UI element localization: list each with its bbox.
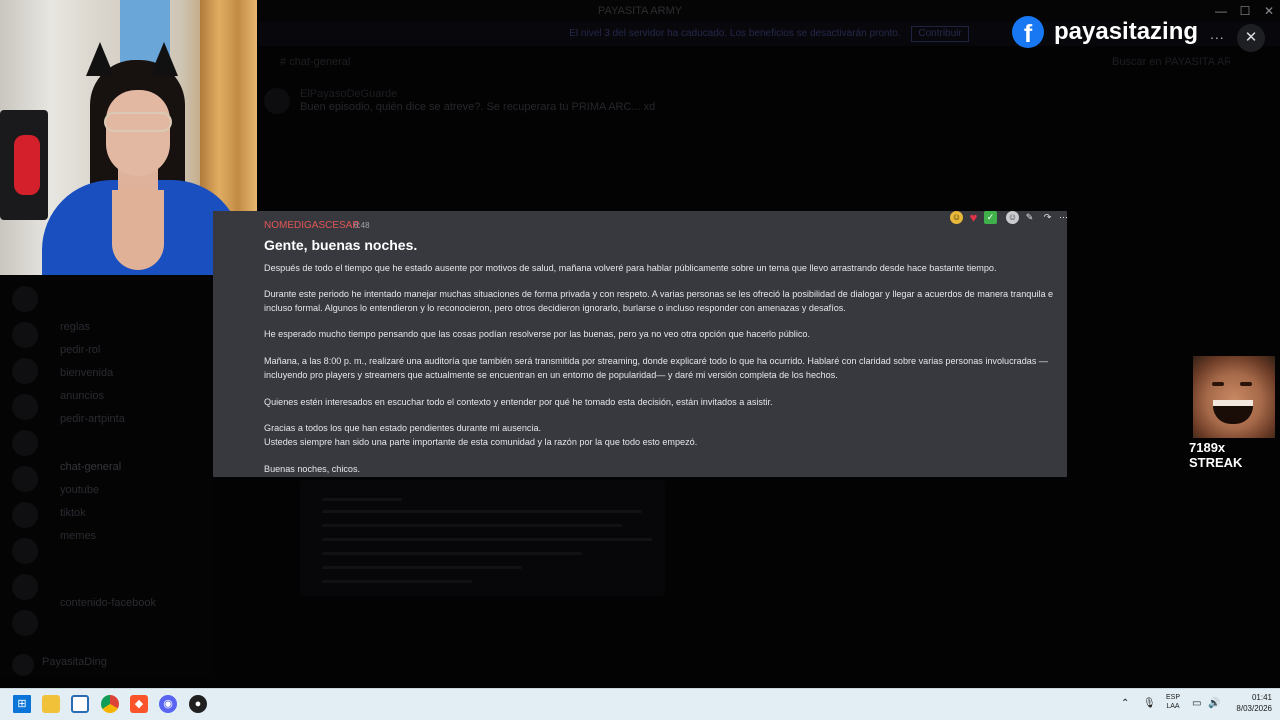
sidebar-item[interactable]: tiktok [60,507,86,519]
text-line [322,580,472,583]
laugh-emoji-icon[interactable]: ☺ [950,211,963,224]
message-paragraph: Gracias a todos los que han estado pendi… [264,423,542,433]
text-line [322,552,582,555]
volume-icon[interactable]: 🔊 [1208,698,1220,709]
system-clock[interactable]: 01:41 8/03/2026 [1228,692,1272,714]
close-overlay-button[interactable]: ✕ [1237,24,1265,52]
avatar[interactable] [12,654,34,676]
windows-start-icon[interactable]: ⊞ [13,695,31,713]
facebook-icon: f [1012,16,1044,48]
avatar [264,88,290,114]
more-icon[interactable]: ⋯ [1057,211,1067,224]
message-card: NOMEDIGASCESAR 0:48 ☺ ♥ ✓ ☺ ✎ ↷ ⋯ Gente,… [213,211,1067,477]
message-paragraph: Después de todo el tiempo que he estado … [264,263,997,273]
sidebar-item[interactable]: anuncios [60,390,104,402]
message-paragraph: Quienes estén interesados en escuchar to… [264,397,773,407]
language-code: ESP [1165,694,1180,701]
network-icon[interactable]: ▭ [1192,698,1201,709]
microphone-light [14,135,40,195]
server-icon[interactable] [12,394,38,420]
keyboard-layout: LAA [1166,703,1180,710]
sidebar-item[interactable]: pedir-artpinta [60,413,125,425]
server-icon[interactable] [12,610,38,636]
text-line [322,524,622,527]
language-indicator[interactable]: ESP LAA [1164,693,1182,711]
add-reaction-icon[interactable]: ☺ [1006,211,1019,224]
streak-meme-eye [1212,382,1224,386]
sidebar-item[interactable]: bienvenida [60,367,113,379]
server-icon[interactable] [12,322,38,348]
check-emoji-icon[interactable]: ✓ [984,211,997,224]
screen: PAYASITA ARMY — ☐ ✕ El nivel 3 del servi… [0,0,1280,720]
sidebar-item[interactable]: pedir-rol [60,344,100,356]
notice-button[interactable]: Contribuir [911,26,969,42]
heart-emoji-icon[interactable]: ♥ [967,211,980,224]
message-paragraph: Ustedes siempre han sido una parte impor… [264,437,698,447]
streak-meme-eye [1240,382,1252,386]
message-paragraph: He esperado mucho tiempo pensando que la… [264,329,810,339]
message-heading: Gente, buenas noches. [264,237,418,253]
streak-label: 7189x STREAK [1189,440,1243,470]
channel-name: chat-general [289,56,351,68]
cat-ear-right [150,42,178,76]
brave-icon[interactable]: ◆ [130,695,148,713]
maximize-button[interactable]: ☐ [1232,0,1258,22]
message-author[interactable]: NOMEDIGASCESAR [264,220,360,231]
sidebar-item[interactable]: contenido-facebook [60,597,156,609]
user-name: PayasitaDing [42,656,107,668]
server-icon[interactable] [12,466,38,492]
notice-text: El nivel 3 del servidor ha caducado. Los… [569,28,901,39]
close-window-button[interactable]: ✕ [1256,0,1280,22]
glasses [104,112,172,132]
more-options-icon[interactable]: ... [1210,26,1225,42]
text-line [322,538,652,541]
edit-icon[interactable]: ✎ [1023,211,1036,224]
text-line [322,510,642,513]
window-app-icon[interactable] [71,695,89,713]
message-paragraph: Buenas noches, chicos. [264,464,361,474]
facebook-page-name: payasitazing [1054,18,1199,45]
chrome-icon[interactable] [101,695,119,713]
obs-icon[interactable]: ● [189,695,207,713]
background-message-text: Buen episodio, quién dice se atreve?. Se… [300,101,656,113]
clock-date: 8/03/2026 [1236,704,1272,713]
server-icon[interactable] [12,502,38,528]
message-paragraph: Durante este periodo he intentado maneja… [264,289,1054,313]
cat-ear-left [86,42,114,76]
sidebar-item[interactable]: reglas [60,321,90,333]
minimize-button[interactable]: — [1208,0,1234,22]
app-title: PAYASITA ARMY [597,5,683,17]
search-input[interactable]: Buscar en PAYASITA ARMY [1112,56,1230,70]
server-icon[interactable] [12,358,38,384]
server-icon[interactable] [12,538,38,564]
tray-chevron-icon[interactable]: ⌃ [1121,698,1129,709]
user-panel: PayasitaDing [0,646,213,686]
text-line [322,566,522,569]
server-icon[interactable] [12,574,38,600]
background-message-author: ElPayasoDeGuarde [300,88,398,100]
streak-meme-image [1193,356,1275,438]
sidebar-item[interactable]: chat-general [60,461,121,473]
message-paragraph: Mañana, a las 8:00 p. m., realizaré una … [264,356,1049,380]
chest [112,190,164,270]
channel-sidebar: reglas pedir-rol bienvenida anuncios ped… [0,276,213,676]
hashtag-icon: # [280,56,290,68]
embedded-old-message [300,480,665,596]
server-icon[interactable] [12,286,38,312]
face [106,90,170,176]
reply-icon[interactable]: ↷ [1041,211,1054,224]
text-line [322,498,402,501]
discord-icon[interactable]: ◉ [159,695,177,713]
file-explorer-icon[interactable] [42,695,60,713]
message-timestamp: 0:48 [354,221,370,230]
sidebar-item[interactable]: memes [60,530,96,542]
clock-time: 01:41 [1251,693,1272,702]
message-composer[interactable] [258,650,1280,680]
microphone-icon[interactable]: 🎙 [1143,698,1156,709]
server-icon[interactable] [12,430,38,456]
sidebar-item[interactable]: youtube [60,484,99,496]
